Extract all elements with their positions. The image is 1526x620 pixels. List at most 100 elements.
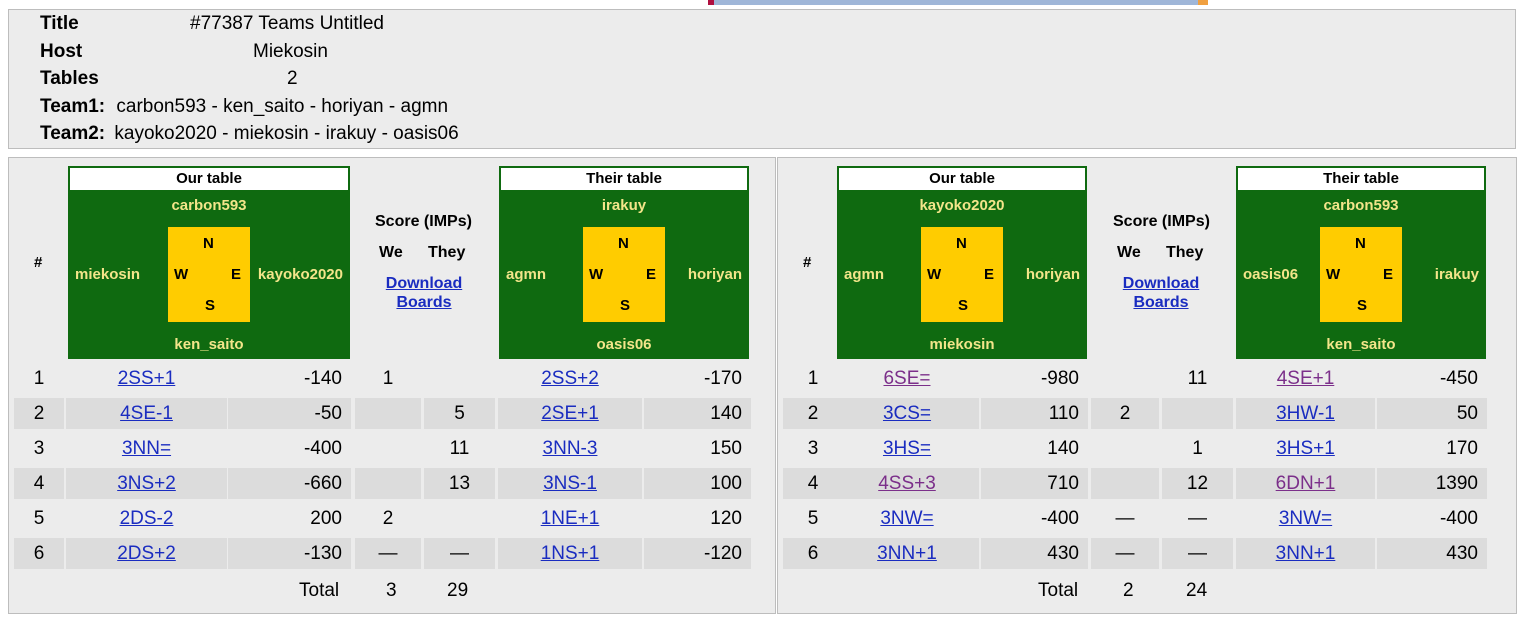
contract-link[interactable]: 3NS+2: [117, 473, 176, 494]
download-link-line1: Download: [385, 275, 463, 292]
contract-link[interactable]: 3NN-3: [543, 438, 598, 459]
contract-link[interactable]: 2DS+2: [117, 543, 176, 564]
compass-west: W: [174, 266, 189, 283]
contract-link[interactable]: 3NS-1: [543, 473, 597, 494]
board-number-header: #: [34, 254, 43, 271]
their-score-cell: 50: [1377, 398, 1487, 429]
their-table-east-player: irakuy: [1434, 266, 1479, 283]
total-we-imps: 2: [1123, 580, 1134, 601]
they-imps-cell: 13: [424, 468, 495, 499]
their-contract-cell[interactable]: 6DN+1: [1236, 468, 1375, 499]
compass-rose: N W E S: [583, 227, 665, 322]
their-contract-cell[interactable]: 2SS+2: [498, 363, 642, 394]
download-boards-link[interactable]: Download Boards: [1116, 274, 1206, 312]
their-contract-cell[interactable]: 3HW-1: [1236, 398, 1375, 429]
their-contract-cell[interactable]: 3NS-1: [498, 468, 642, 499]
contract-link[interactable]: 1NS+1: [541, 543, 600, 564]
compass-east: E: [646, 266, 657, 283]
contract-link[interactable]: 6SE=: [883, 368, 930, 389]
contract-link[interactable]: 3CS=: [883, 403, 931, 424]
our-table-south-player: ken_saito: [174, 336, 244, 353]
contract-link[interactable]: 4SE+1: [1277, 368, 1335, 389]
they-imps-cell: —: [1162, 538, 1233, 569]
contract-link[interactable]: 6DN+1: [1276, 473, 1336, 494]
our-table-west-player: miekosin: [75, 266, 141, 283]
compass-east: E: [231, 266, 242, 283]
our-contract-cell[interactable]: 3CS=: [835, 398, 979, 429]
contract-link[interactable]: 3HS+1: [1276, 438, 1335, 459]
compass-rose: N W E S: [168, 227, 250, 322]
their-contract-cell[interactable]: 3HS+1: [1236, 433, 1375, 464]
our-table-north-player: carbon593: [171, 197, 247, 214]
their-contract-cell[interactable]: 3NN+1: [1236, 538, 1375, 569]
their-score-cell: -400: [1439, 508, 1478, 529]
total-label: Total: [1038, 580, 1079, 601]
our-contract-cell[interactable]: 6SE=: [835, 363, 979, 394]
their-contract-cell[interactable]: 3NN-3: [498, 433, 642, 464]
their-contract-cell[interactable]: 3NW=: [1236, 503, 1375, 534]
their-score-cell: -450: [1439, 368, 1478, 389]
contract-link[interactable]: 1NE+1: [541, 508, 600, 529]
our-score-cell: 140: [1047, 438, 1079, 459]
contract-link[interactable]: 4SE-1: [120, 403, 173, 424]
our-contract-cell[interactable]: 2DS-2: [66, 503, 227, 534]
contract-link[interactable]: 3HW-1: [1276, 403, 1335, 424]
their-contract-cell[interactable]: 2SE+1: [498, 398, 642, 429]
our-table-east-player: horiyan: [1025, 266, 1080, 283]
their-score-cell: 140: [644, 398, 751, 429]
their-contract-cell[interactable]: 1NS+1: [498, 538, 642, 569]
we-imps-cell: [355, 398, 421, 429]
our-contract-cell[interactable]: 3NN=: [66, 433, 227, 464]
contract-link[interactable]: 3NW=: [880, 508, 933, 529]
our-contract-cell[interactable]: 4SE-1: [66, 398, 227, 429]
compass-south: S: [620, 297, 631, 314]
our-score-cell: -130: [228, 538, 351, 569]
results-panel-table-2: # Our table kayoko2020 agmn horiyan miek…: [777, 157, 1517, 614]
host-label: Host: [40, 41, 83, 62]
we-imps-cell: —: [1115, 508, 1135, 529]
team1-label: Team1:: [40, 96, 106, 117]
their-contract-cell[interactable]: 1NE+1: [498, 503, 642, 534]
contract-link[interactable]: 3NN+1: [877, 543, 937, 564]
their-table-north-player: carbon593: [1323, 197, 1399, 214]
they-header: They: [1166, 244, 1204, 261]
contract-link[interactable]: 2SE+1: [541, 403, 599, 424]
contract-link[interactable]: 3NW=: [1279, 508, 1332, 529]
contract-link[interactable]: 3NN=: [122, 438, 171, 459]
their-score-cell: 1390: [1377, 468, 1487, 499]
board-number: 5: [33, 508, 45, 529]
contract-link[interactable]: 2SS+1: [118, 368, 176, 389]
they-imps-cell: 11: [1187, 368, 1208, 389]
their-table-diagram: Their table irakuy agmn horiyan oasis06 …: [499, 166, 749, 359]
we-header: We: [379, 244, 403, 261]
our-contract-cell[interactable]: 4SS+3: [835, 468, 979, 499]
their-contract-cell[interactable]: 4SE+1: [1236, 363, 1375, 394]
we-imps-cell: 1: [382, 368, 394, 389]
contract-link[interactable]: 4SS+3: [878, 473, 936, 494]
contract-link[interactable]: 3NN+1: [1276, 543, 1336, 564]
contract-link[interactable]: 2DS-2: [120, 508, 174, 529]
download-boards-link[interactable]: Download Boards: [379, 274, 469, 312]
board-number-header: #: [803, 254, 812, 271]
our-contract-cell[interactable]: 3NS+2: [66, 468, 227, 499]
score-imps-header: Score (IMPs): [375, 213, 472, 230]
our-contract-cell[interactable]: 3NN+1: [835, 538, 979, 569]
compass-west: W: [1326, 266, 1341, 283]
contract-link[interactable]: 3HS=: [883, 438, 931, 459]
they-imps-cell: —: [1188, 508, 1207, 529]
they-imps-cell: —: [424, 538, 495, 569]
our-contract-cell[interactable]: 2DS+2: [66, 538, 227, 569]
they-imps-cell: 12: [1162, 468, 1233, 499]
host-row: Host Miekosin: [40, 39, 328, 65]
their-table-title: Their table: [501, 168, 747, 190]
our-contract-cell[interactable]: 3NW=: [835, 503, 979, 534]
our-contract-cell[interactable]: 3HS=: [835, 433, 979, 464]
our-score-cell: 110: [981, 398, 1088, 429]
our-contract-cell[interactable]: 2SS+1: [66, 363, 227, 394]
tournament-info-box: Title #77387 Teams Untitled Host Miekosi…: [8, 9, 1516, 149]
compass-north: N: [956, 235, 967, 252]
we-header: We: [1117, 244, 1141, 261]
contract-link[interactable]: 2SS+2: [541, 368, 599, 389]
board-number: 1: [33, 368, 45, 389]
we-imps-cell: [355, 468, 421, 499]
